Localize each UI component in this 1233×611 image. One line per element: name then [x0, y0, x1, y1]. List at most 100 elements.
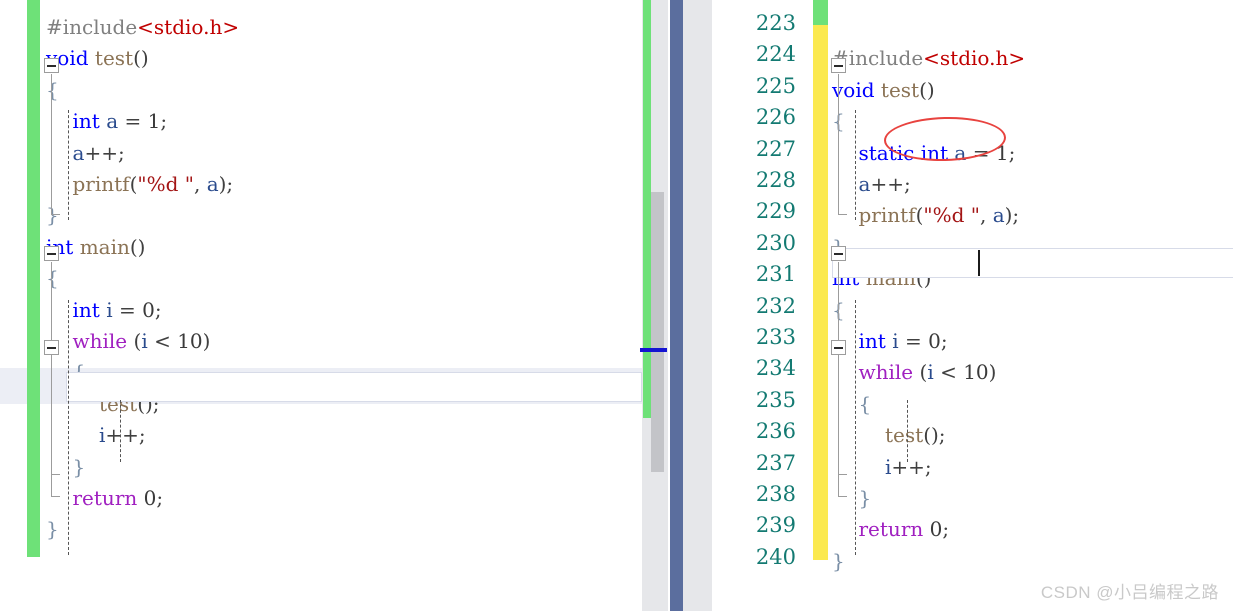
code-token: ,	[979, 203, 993, 228]
code-token: <stdio.h>	[137, 15, 240, 39]
code-token: ()	[133, 46, 149, 71]
code-line[interactable]: }	[46, 200, 59, 231]
code-token: ,	[193, 172, 207, 196]
fold-bracket-line	[838, 74, 839, 214]
line-number: 228	[755, 168, 796, 192]
code-line[interactable]: i++;	[99, 420, 146, 451]
code-token: test	[94, 46, 134, 71]
fold-toggle-int-main[interactable]	[44, 246, 59, 261]
code-line[interactable]: }	[46, 514, 59, 545]
code-line[interactable]: int a = 1;	[73, 106, 168, 137]
code-token: a	[992, 203, 1005, 228]
left-scrollbar-thumb[interactable]	[651, 192, 664, 472]
code-token: while	[858, 360, 914, 385]
line-number: 232	[755, 293, 796, 318]
right-fold-toggle-while[interactable]	[831, 340, 846, 355]
code-token: 10	[963, 360, 989, 385]
code-line[interactable]: }	[859, 483, 872, 514]
code-line[interactable]: }	[73, 452, 86, 483]
code-line[interactable]: a++;	[73, 138, 125, 169]
code-line[interactable]: return 0;	[73, 483, 164, 514]
code-line[interactable]: a++;	[859, 169, 911, 200]
code-line[interactable]: int main()	[46, 232, 145, 263]
code-token: =	[118, 109, 148, 134]
code-token: (	[913, 360, 928, 385]
line-number: 238	[755, 482, 796, 506]
right-fold-toggle-int-main[interactable]	[831, 246, 846, 261]
left-current-line-box	[66, 372, 642, 402]
indent-guide	[68, 110, 69, 220]
line-number: 224	[755, 42, 796, 67]
code-line[interactable]: return 0;	[859, 514, 950, 545]
code-line[interactable]: {	[46, 263, 59, 294]
left-scrollbar-position-marker	[640, 348, 667, 352]
code-token: 0	[143, 486, 157, 510]
line-number: 240	[755, 544, 796, 569]
line-number: 239	[755, 513, 796, 538]
fold-toggle-while[interactable]	[44, 340, 59, 355]
code-token: }	[46, 203, 59, 228]
fold-bracket-line	[51, 74, 52, 214]
right-fold-toggle-void-test[interactable]	[831, 58, 846, 73]
code-token: 0	[142, 297, 155, 322]
code-line[interactable]: #include<stdio.h>	[832, 43, 1025, 74]
code-token: 1	[147, 109, 161, 134]
right-change-bar-modified	[813, 25, 828, 560]
line-number: 225	[755, 73, 796, 98]
code-token: ++;	[870, 172, 911, 196]
indent-guide	[120, 400, 121, 462]
code-line[interactable]: {	[859, 389, 872, 420]
code-line[interactable]: while (i < 10)	[73, 326, 211, 357]
left-editor-pane[interactable]: #include<stdio.h> void test(){int a = 1; a…	[0, 0, 642, 611]
left-scrollbar-change-overview	[643, 0, 651, 418]
code-token: }	[72, 454, 86, 479]
code-token: int	[72, 109, 100, 134]
code-token: )	[988, 360, 997, 385]
fold-bracket-foot	[838, 474, 847, 475]
code-token: 0	[928, 329, 941, 353]
code-token: <	[147, 329, 178, 353]
code-token: a	[106, 109, 119, 134]
code-line[interactable]: i++;	[885, 452, 932, 483]
code-line[interactable]: test();	[885, 420, 946, 451]
code-token: ()	[129, 234, 146, 259]
code-line[interactable]: while (i < 10)	[859, 357, 997, 388]
right-current-line-box	[832, 248, 1233, 278]
code-line[interactable]: int i = 0;	[859, 326, 948, 357]
code-token: ;	[156, 486, 164, 510]
line-number: 235	[755, 387, 796, 412]
code-line[interactable]: printf("%d ", a);	[73, 169, 234, 200]
line-number: 234	[755, 356, 796, 381]
code-token: ++;	[84, 140, 125, 165]
code-line[interactable]: printf("%d ", a);	[859, 200, 1020, 231]
line-number: 227	[755, 136, 796, 161]
code-token: }	[46, 517, 59, 542]
line-number: 236	[755, 419, 796, 444]
fold-bracket-line	[51, 356, 52, 474]
code-token: int	[72, 297, 100, 322]
code-line[interactable]: #include<stdio.h>	[46, 12, 239, 43]
code-token: int	[858, 329, 886, 353]
code-token: return	[858, 517, 924, 542]
editor-diff-stage: #include<stdio.h> void test(){int a = 1; a…	[0, 0, 1233, 611]
code-token: return	[72, 486, 138, 510]
code-token: ;	[154, 297, 162, 322]
fold-toggle-void-test[interactable]	[44, 58, 59, 73]
splitter-background	[683, 0, 712, 611]
code-token: test	[885, 423, 924, 448]
line-number: 231	[755, 262, 796, 287]
code-token: a	[72, 140, 85, 165]
line-number: 229	[755, 199, 796, 224]
code-token: ++;	[105, 423, 146, 448]
code-token: );	[218, 172, 234, 196]
code-line[interactable]: void test()	[46, 43, 149, 74]
pane-splitter[interactable]	[670, 0, 683, 611]
code-token: ;	[160, 109, 168, 134]
fold-bracket-foot	[51, 474, 60, 475]
code-line[interactable]: void test()	[832, 75, 935, 106]
code-line[interactable]: int i = 0;	[73, 295, 162, 326]
code-token: {	[46, 77, 59, 102]
code-line[interactable]: }	[832, 546, 845, 577]
code-line[interactable]: {	[46, 75, 59, 106]
code-token: printf	[72, 172, 130, 196]
